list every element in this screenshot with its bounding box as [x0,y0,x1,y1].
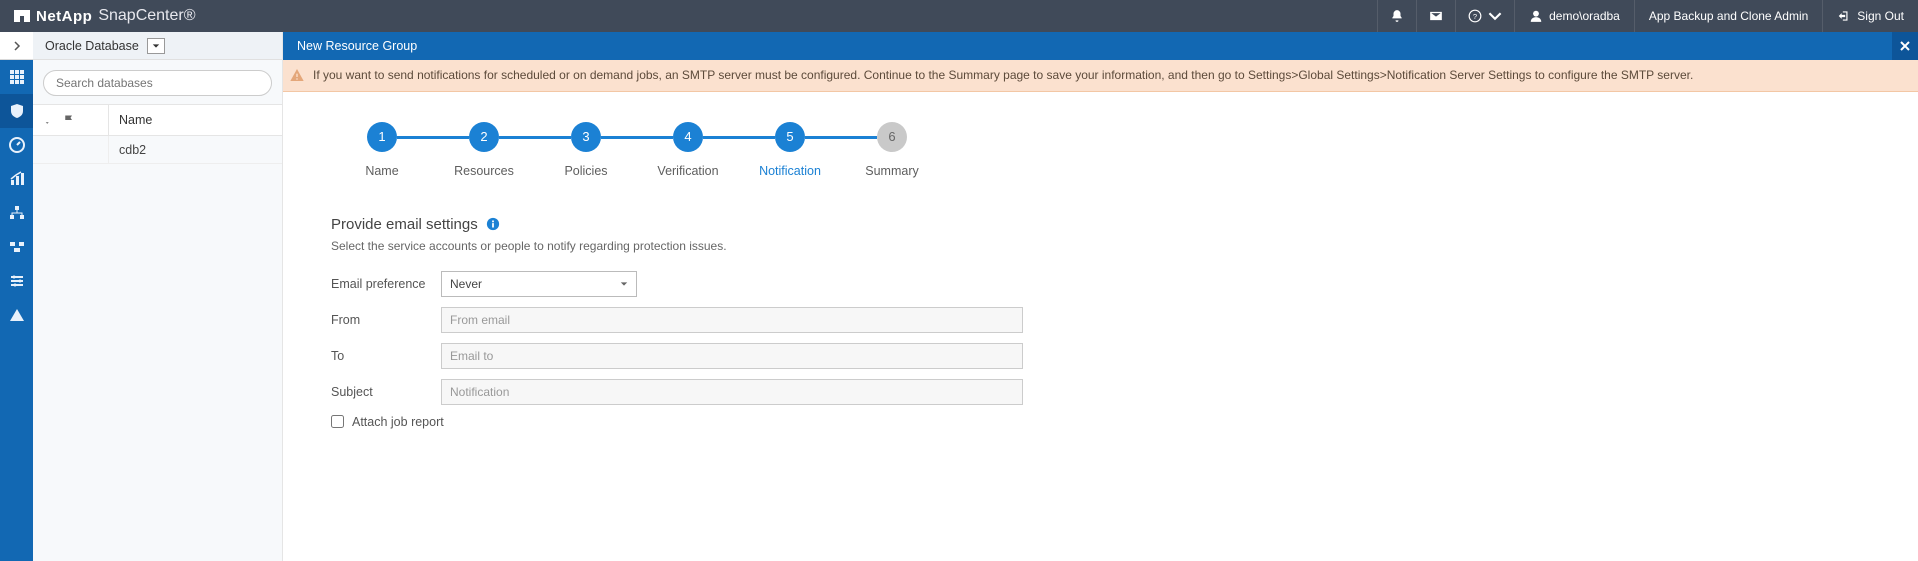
sort-icon[interactable] [45,114,57,126]
wizard-step-notification[interactable]: 5 Notification [739,122,841,178]
resource-context-label: Oracle Database [45,39,139,53]
from-label: From [331,313,441,327]
wizard-step-resources[interactable]: 2 Resources [433,122,535,178]
wizard-step-name[interactable]: 1 Name [331,122,433,178]
resource-table-header: Name [33,104,282,136]
help-button[interactable]: ? [1455,0,1514,32]
sliders-icon [9,273,25,289]
svg-text:?: ? [1473,12,1477,21]
section-heading: Provide email settings [331,216,1870,233]
brand-company: NetApp [36,8,92,25]
resource-panel: Oracle Database Name cdb2 [33,32,283,561]
subject-label: Subject [331,385,441,399]
hosts-icon [9,205,25,221]
step-label: Verification [657,164,718,178]
page-title: New Resource Group [297,39,417,53]
step-number: 1 [367,122,397,152]
section-desc: Select the service accounts or people to… [331,239,1870,253]
storage-icon [9,239,25,255]
step-label: Resources [454,164,514,178]
to-field[interactable] [441,343,1023,369]
search-input[interactable] [43,70,272,96]
top-bar: NetApp SnapCenter® ? demo\oradba App Bac… [0,0,1918,32]
step-number: 2 [469,122,499,152]
netapp-logo-icon [14,8,30,24]
nav-alerts[interactable] [0,298,33,332]
nav-rail [0,32,33,561]
to-label: To [331,349,441,363]
user-icon [1529,9,1543,23]
step-number: 6 [877,122,907,152]
brand-product: SnapCenter® [98,7,195,25]
wizard-step-verification[interactable]: 4 Verification [637,122,739,178]
step-label: Summary [865,164,918,178]
wizard-step-summary: 6 Summary [841,122,943,178]
close-icon [1899,40,1911,52]
bell-icon [1390,9,1404,23]
caret-down-icon [152,42,160,50]
role-label[interactable]: App Backup and Clone Admin [1634,0,1822,32]
caret-down-icon [620,280,628,288]
from-field[interactable] [441,307,1023,333]
resource-context: Oracle Database [33,32,282,60]
warning-banner: If you want to send notifications for sc… [283,60,1918,92]
info-icon[interactable] [486,217,500,231]
email-pref-label: Email preference [331,277,441,291]
subject-field[interactable] [441,379,1023,405]
envelope-icon [1429,9,1443,23]
nav-dashboard[interactable] [0,60,33,94]
notifications-button[interactable] [1377,0,1416,32]
page-title-bar: New Resource Group [283,32,1918,60]
resource-context-dropdown[interactable] [147,38,165,54]
nav-monitor[interactable] [0,128,33,162]
attach-report-label: Attach job report [352,415,444,429]
warning-text: If you want to send notifications for sc… [313,67,1693,84]
gauge-icon [9,137,25,153]
nav-resources[interactable] [0,94,33,128]
chevron-down-icon [1488,9,1502,23]
step-label: Policies [564,164,607,178]
email-pref-value: Never [450,277,482,291]
help-icon: ? [1468,9,1482,23]
messages-button[interactable] [1416,0,1455,32]
warning-icon [289,67,305,83]
resource-name: cdb2 [109,136,282,163]
shield-check-icon [9,103,25,119]
close-button[interactable] [1892,32,1918,60]
nav-storage[interactable] [0,230,33,264]
flag-icon[interactable] [63,114,75,126]
step-number: 3 [571,122,601,152]
name-column-header[interactable]: Name [109,105,282,135]
brand: NetApp SnapCenter® [0,7,210,25]
signout-icon [1837,9,1851,23]
nav-hosts[interactable] [0,196,33,230]
email-pref-select[interactable]: Never [441,271,637,297]
alert-icon [9,307,25,323]
step-number: 5 [775,122,805,152]
step-label: Notification [759,164,821,178]
user-menu[interactable]: demo\oradba [1514,0,1634,32]
signout-button[interactable]: Sign Out [1822,0,1918,32]
nav-settings[interactable] [0,264,33,298]
step-label: Name [365,164,398,178]
user-name: demo\oradba [1549,9,1620,23]
chart-icon [9,171,25,187]
attach-report-checkbox[interactable] [331,415,344,428]
nav-reports[interactable] [0,162,33,196]
table-row[interactable]: cdb2 [33,136,282,164]
grid-icon [9,69,25,85]
chevron-right-icon [12,41,22,51]
wizard-step-policies[interactable]: 3 Policies [535,122,637,178]
step-number: 4 [673,122,703,152]
wizard-steps: 1 Name 2 Resources 3 Policies 4 Verification 5 No… [331,122,1870,178]
nav-expand-button[interactable] [0,32,33,60]
